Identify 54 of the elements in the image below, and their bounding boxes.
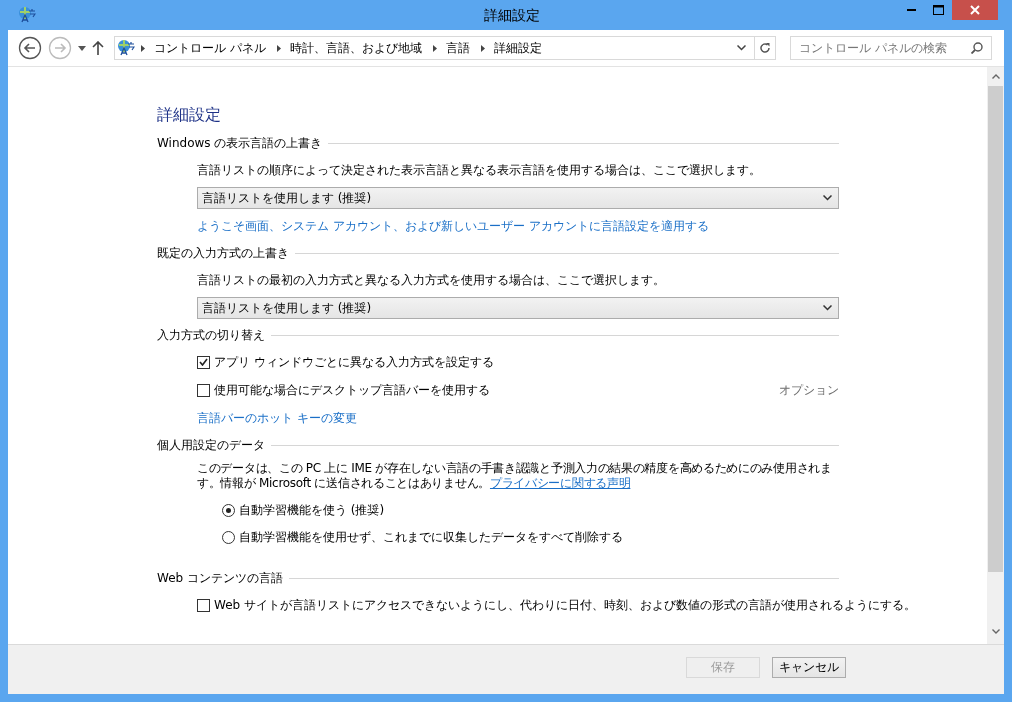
window-title: 詳細設定 [483,7,541,25]
chevron-down-icon [823,195,832,201]
breadcrumb-item[interactable]: 時計、言語、および地域 [284,39,427,57]
chevron-right-icon [432,44,437,52]
breadcrumb-item[interactable]: コントロール パネル [149,39,271,57]
page-title: 詳細設定 [157,104,222,126]
checkbox[interactable] [197,598,210,612]
breadcrumb-item[interactable]: 言語 [440,39,475,57]
dialog-button[interactable]: キャンセル [772,657,846,678]
section-heading: 既定の入力方式の上書き [157,244,289,262]
chevron-right-icon [141,44,145,52]
checkbox[interactable] [197,355,210,369]
chevron-down-icon[interactable] [737,45,746,51]
address-bar[interactable]: コントロール パネル 時計、言語、および地域 言語 詳細設定 [114,36,776,60]
refresh-icon [759,42,771,54]
description-text: 言語リストの最初の入力方式と異なる入力方式を使用する場合は、ここで選択します。 [197,271,665,289]
search-icon [971,42,983,54]
chevron-right-icon [276,44,281,52]
privacy-link[interactable]: プライバシーに関する声明 [489,476,631,490]
chevron-down-icon [823,305,832,311]
checkbox-label[interactable]: Web サイトが言語リストにアクセスできないようにし、代わりに日付、時刻、および数値の形式の言語が使用されるようにする。 [214,596,916,614]
breadcrumb-item[interactable]: 詳細設定 [488,39,547,57]
settings-link[interactable]: ようこそ画面、システム アカウント、および新しいユーザー アカウントに言語設定を適用する [197,217,709,235]
close-button[interactable] [952,0,998,20]
description-text: 言語リストの順序によって決定された表示言語と異なる表示言語を使用する場合は、ここで選択します。 [197,161,761,179]
minimize-icon [907,9,916,11]
section-heading: 個人用設定のデータ [157,436,265,454]
scroll-down-icon[interactable] [991,628,1000,634]
language-dropdown[interactable]: 言語リストを使用します (推奨) [197,297,839,319]
privacy-paragraph: このデータは、この PC 上に IME が存在しない言語の手書き認識と予測入力の結果の精度を高めるためにのみ使用されます。情報が Microsoft に送信されることはありません。プライバシーに関する声明 [197,461,833,491]
recent-caret-icon[interactable] [78,45,86,51]
location-globe-icon [117,39,135,57]
scroll-up-icon[interactable] [991,73,1000,79]
chevron-right-icon [480,44,485,52]
search-field[interactable]: コントロール パネルの検索 [790,36,992,60]
radio-label[interactable]: 自動学習機能を使う (推奨) [239,502,385,519]
checkbox-label[interactable]: アプリ ウィンドウごとに異なる入力方式を設定する [214,353,494,371]
section-heading: Windows の表示言語の上書き [157,134,323,152]
maximize-icon [933,5,944,15]
up-arrow-icon[interactable] [92,41,104,55]
scrollbar-thumb[interactable] [988,86,1003,572]
checkbox-label[interactable]: 使用可能な場合にデスクトップ言語バーを使用する [214,381,490,399]
close-icon [970,5,980,15]
settings-link[interactable]: 言語バーのホット キーの変更 [197,409,357,427]
language-dropdown[interactable]: 言語リストを使用します (推奨) [197,187,839,209]
section-heading: Web コンテンツの言語 [157,569,283,587]
checkbox[interactable] [197,383,210,397]
checkmark-icon [199,358,208,366]
radio-label[interactable]: 自動学習機能を使用せず、これまでに収集したデータをすべて削除する [239,529,623,546]
radio-button[interactable] [222,531,235,544]
radio-button[interactable] [222,504,235,517]
app-globe-icon [18,6,36,24]
section-heading: 入力方式の切り替え [157,326,265,344]
back-icon[interactable] [18,36,42,60]
